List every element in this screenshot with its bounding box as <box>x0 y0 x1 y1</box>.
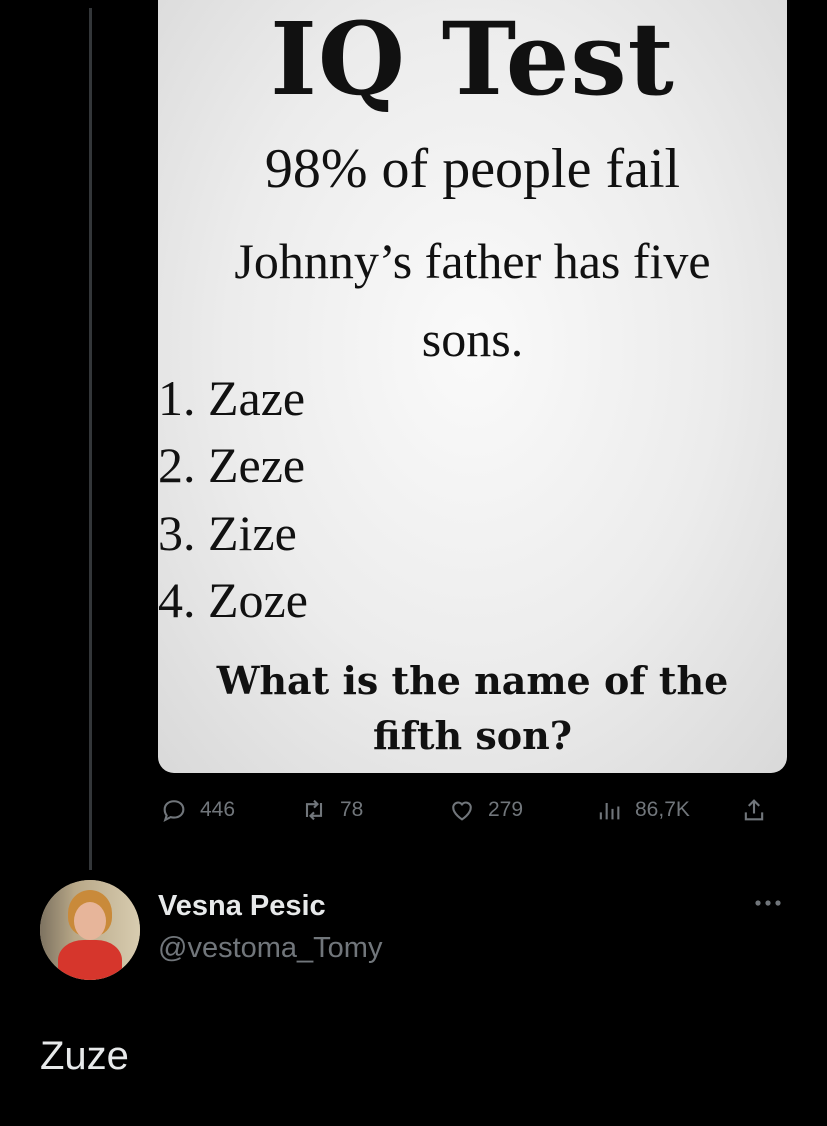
heart-icon <box>452 801 472 821</box>
image-subtitle: 98% of people fail <box>264 138 681 200</box>
son-item: 4. Zoze <box>158 572 308 628</box>
more-options-button[interactable] <box>748 888 788 918</box>
reply-count: 446 <box>200 798 236 821</box>
views-count: 86,7K <box>635 798 690 821</box>
more-icon <box>755 900 781 906</box>
share-button[interactable] <box>740 790 768 830</box>
question-line: Johnny’s father has five <box>234 233 711 289</box>
tweet-image[interactable]: IQ Test 98% of people fail Johnny’s fath… <box>158 0 787 773</box>
question-prompt: fifth son? <box>372 713 573 758</box>
repost-button[interactable]: 78 <box>300 790 363 830</box>
like-count: 279 <box>488 798 524 821</box>
avatar[interactable] <box>40 880 140 980</box>
repost-icon <box>305 799 323 821</box>
son-item: 3. Zize <box>158 505 297 561</box>
repost-count: 78 <box>340 798 364 821</box>
share-icon <box>744 799 764 821</box>
reply-icon <box>163 800 185 823</box>
son-item: 2. Zeze <box>158 437 306 493</box>
tweet-actions: 446 78 279 86,7K <box>0 790 827 830</box>
like-button[interactable]: 279 <box>448 790 523 830</box>
question-prompt: What is the name of the <box>216 658 729 703</box>
son-item: 1. Zaze <box>158 370 306 426</box>
thread-line <box>89 8 92 870</box>
author-handle[interactable]: @vestoma_Tomy <box>158 932 382 965</box>
reply-button[interactable]: 446 <box>160 790 235 830</box>
question-line: sons. <box>421 311 524 367</box>
image-title: IQ Test <box>270 0 675 118</box>
views-chart-icon <box>599 803 620 820</box>
reply-text: Zuze <box>40 1034 129 1078</box>
author-name[interactable]: Vesna Pesic <box>158 890 326 923</box>
views-button[interactable]: 86,7K <box>595 790 690 830</box>
